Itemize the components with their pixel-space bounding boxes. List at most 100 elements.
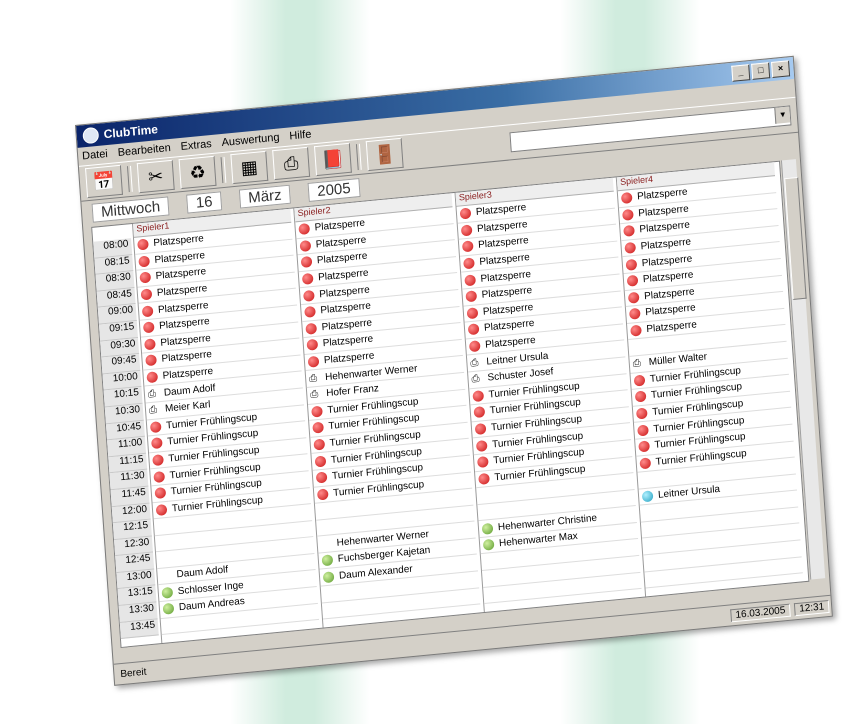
empty-marker xyxy=(164,620,176,632)
recycle-icon[interactable]: ♻ xyxy=(178,155,217,190)
empty-marker xyxy=(479,489,491,501)
red-status-icon xyxy=(468,340,481,353)
red-status-icon xyxy=(474,423,487,436)
red-status-icon xyxy=(623,225,635,238)
reservation-label: Hofer Franz xyxy=(325,383,380,400)
day-field[interactable]: 16 xyxy=(186,190,223,214)
red-status-icon xyxy=(307,355,320,368)
reservation-label: Platzsperre xyxy=(643,286,695,303)
green-status-icon xyxy=(481,522,494,535)
reservation-label: Platzsperre xyxy=(477,235,530,252)
minimize-button[interactable]: _ xyxy=(731,64,751,82)
red-status-icon xyxy=(154,487,167,500)
green-status-icon xyxy=(321,554,334,567)
page-background: ClubTime _ □ × Datei Bearbeiten Extras A… xyxy=(0,0,857,724)
year-field[interactable]: 2005 xyxy=(307,177,361,202)
green-status-icon xyxy=(322,571,335,584)
red-status-icon xyxy=(464,273,477,287)
month-field[interactable]: März xyxy=(238,184,292,209)
reservation-label: Platzsperre xyxy=(479,252,531,268)
weekday-field[interactable]: Mittwoch xyxy=(91,195,170,223)
maximize-button[interactable]: □ xyxy=(751,62,771,80)
red-status-icon xyxy=(633,374,646,387)
red-status-icon xyxy=(630,324,642,337)
red-status-icon xyxy=(153,470,166,483)
reservation-label: Platzsperre xyxy=(155,266,207,283)
printer-icon: ⎙ xyxy=(309,389,319,401)
red-status-icon xyxy=(637,424,649,437)
empty-marker xyxy=(159,553,171,565)
menu-datei[interactable]: Datei xyxy=(82,148,108,162)
reservation-label: Platzsperre xyxy=(639,220,691,236)
red-status-icon xyxy=(152,454,164,467)
red-status-icon xyxy=(137,238,149,251)
red-status-icon xyxy=(301,272,314,285)
red-status-icon xyxy=(304,306,316,319)
empty-marker xyxy=(485,572,497,584)
reservation-label: Platzsperre xyxy=(317,267,369,284)
printer-icon: ⎙ xyxy=(470,357,479,369)
red-status-icon xyxy=(312,421,325,435)
red-status-icon xyxy=(477,456,489,469)
red-status-icon xyxy=(140,288,153,301)
calendar-icon[interactable]: 📅 xyxy=(85,164,123,199)
planner-icon[interactable]: ▦ xyxy=(230,150,269,185)
empty-marker xyxy=(319,521,331,533)
reservation-label: Platzsperre xyxy=(483,318,535,335)
reservation-label: Platzsperre xyxy=(323,350,375,367)
reservation-label: Platzsperre xyxy=(161,349,213,366)
reservation-label: Platzsperre xyxy=(642,269,694,286)
red-status-icon xyxy=(460,224,473,237)
red-status-icon xyxy=(638,440,650,453)
menu-extras[interactable]: Extras xyxy=(180,138,212,153)
reservation-label: Platzsperre xyxy=(475,202,527,219)
red-status-icon xyxy=(461,240,474,253)
reservation-label: Platzsperre xyxy=(641,253,693,269)
court-column: Spieler1 Platzsperre Platzsperre Platzsperr… xyxy=(132,208,320,644)
scissors-icon[interactable]: ✂ xyxy=(136,159,175,194)
toolbar-separator xyxy=(355,143,362,171)
red-status-icon xyxy=(303,289,315,302)
reservation-label: Platzsperre xyxy=(314,217,366,234)
empty-marker xyxy=(325,604,337,616)
printer-icon: ⎙ xyxy=(471,373,480,386)
printer-icon: ⎙ xyxy=(147,388,157,400)
menu-bearbeiten[interactable]: Bearbeiten xyxy=(117,142,171,159)
red-status-icon xyxy=(625,258,638,271)
red-status-icon xyxy=(151,437,163,450)
empty-marker xyxy=(643,507,655,519)
window-title: ClubTime xyxy=(103,122,159,142)
chevron-down-icon[interactable]: ▼ xyxy=(774,106,791,124)
status-date: 16.03.2005 xyxy=(730,603,791,622)
red-status-icon xyxy=(622,208,634,221)
empty-marker xyxy=(158,537,170,549)
menu-hilfe[interactable]: Hilfe xyxy=(289,128,312,142)
red-status-icon xyxy=(639,457,652,470)
red-status-icon xyxy=(624,241,637,254)
red-status-icon xyxy=(306,339,319,352)
reservation-label: Platzsperre xyxy=(157,299,209,316)
exit-door-icon[interactable]: 🚪 xyxy=(365,137,404,172)
reservation-label: Daum Adolf xyxy=(176,564,229,581)
reservation-label: Platzsperre xyxy=(318,284,371,301)
red-status-icon xyxy=(138,255,151,268)
empty-marker xyxy=(646,557,658,569)
reservation-label: Platzsperre xyxy=(484,334,536,351)
close-button[interactable]: × xyxy=(771,60,791,78)
red-status-icon xyxy=(316,488,329,501)
red-status-icon xyxy=(634,390,647,403)
red-status-icon xyxy=(463,257,475,270)
empty-marker xyxy=(631,341,643,353)
empty-marker xyxy=(324,588,336,600)
reservation-label: Platzsperre xyxy=(316,251,368,267)
red-status-icon xyxy=(629,308,641,321)
reservation-label: Platzsperre xyxy=(162,365,214,382)
reservation-label: Platzsperre xyxy=(481,285,533,302)
reservation-grid: 08:00 08:15 08:30 08:45 09:00 09:15 09:30 09:45… xyxy=(91,160,810,649)
green-status-icon xyxy=(162,603,175,616)
reservation-label: Platzsperre xyxy=(644,302,697,319)
reservation-label: Platzsperre xyxy=(646,319,698,336)
reservation-label: Platzsperre xyxy=(482,301,534,318)
book-icon[interactable]: 📕 xyxy=(313,142,352,177)
printer-icon[interactable]: ⎙ xyxy=(272,146,311,181)
